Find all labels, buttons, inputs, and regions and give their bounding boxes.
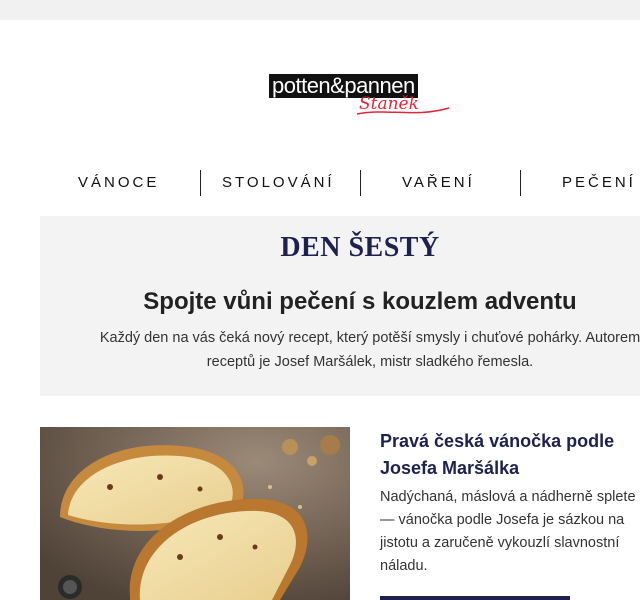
main-nav: VÁNOCE STOLOVÁNÍ VAŘENÍ PEČENÍ <box>40 170 640 196</box>
vanocka-photo <box>40 427 350 600</box>
nav-item-vanoce[interactable]: VÁNOCE <box>78 170 159 196</box>
article-desc-line: náladu. <box>380 558 428 574</box>
logo-swash <box>356 107 450 115</box>
article-description: Nadýchaná, máslová a nádherně splete — v… <box>380 486 640 578</box>
article-desc-line: — vánočka podle Josefa je sázkou na <box>380 512 625 528</box>
article-title-line: Josefa Maršálka <box>380 458 520 478</box>
top-strip <box>0 0 640 20</box>
brand-logo[interactable]: potten&pannen Staněk <box>269 74 451 116</box>
advent-banner: DEN ŠESTÝ Spojte vůni pečení s kouzlem a… <box>40 216 640 396</box>
article-image[interactable] <box>40 427 350 600</box>
nav-item-vareni[interactable]: VAŘENÍ <box>402 170 475 196</box>
banner-text-line: Každý den na vás čeká nový recept, který… <box>99 330 640 346</box>
banner-title: DEN ŠESTÝ <box>280 232 440 263</box>
banner-subtitle: Spojte vůni pečení s kouzlem adventu <box>143 288 577 315</box>
article-desc-line: Nadýchaná, máslová a nádherně splete <box>380 489 636 505</box>
article-desc-line: jistotu a zaručeně vykouzlí slavnostní <box>380 535 620 551</box>
banner-text-line: receptů je Josef Maršálek, mistr sladkéh… <box>206 354 534 370</box>
nav-divider <box>360 170 361 196</box>
article-title-line: Pravá česká vánočka podle <box>380 431 615 451</box>
banner-text: Každý den na vás čeká nový recept, který… <box>80 326 640 374</box>
article-title[interactable]: Pravá česká vánočka podle Josefa Maršálk… <box>380 428 640 482</box>
nav-item-stolovani[interactable]: STOLOVÁNÍ <box>222 170 335 196</box>
nav-item-peceni[interactable]: PEČENÍ <box>562 170 636 196</box>
nav-divider <box>520 170 521 196</box>
nav-divider <box>200 170 201 196</box>
read-more-button[interactable] <box>380 596 570 600</box>
